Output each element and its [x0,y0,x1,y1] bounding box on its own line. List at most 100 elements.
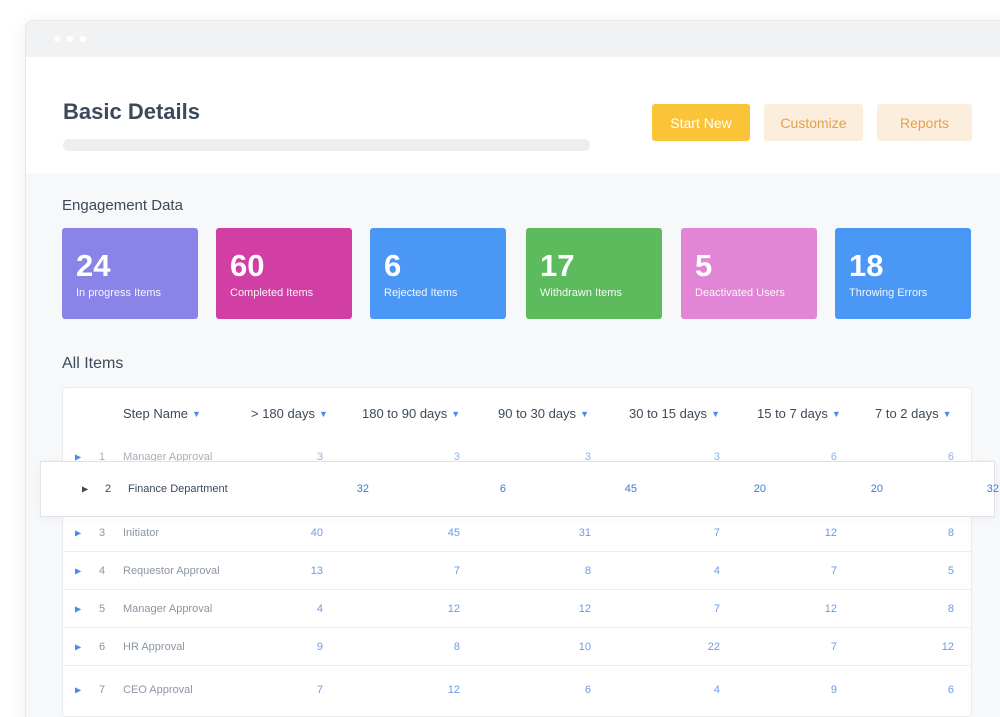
column-header-step-name[interactable]: Step Name ▼ [123,406,201,421]
page-header: Basic Details Start New Customize Report… [26,57,1000,173]
sort-caret-icon: ▼ [942,409,952,419]
cell-value: 20 [753,483,766,495]
cell-value: 8 [947,526,954,539]
cell-value: 7 [713,526,720,539]
sort-caret-icon: ▼ [192,409,201,419]
sort-caret-icon: ▼ [451,409,461,419]
cell-value: 5 [947,564,954,577]
cell-value: 12 [824,526,837,539]
cell-value: 12 [447,602,460,615]
cell-value: 12 [824,602,837,615]
stat-value: 6 [384,248,402,283]
table-row[interactable]: ▶ 3 Initiator 40 45 31 7 12 8 [63,514,971,552]
step-name: Requestor Approval [123,564,220,577]
stat-label: Throwing Errors [849,287,928,299]
stat-card-withdrawn[interactable]: 17 Withdrawn Items [526,228,662,319]
column-header-label: Step Name [123,406,189,421]
cell-value: 4 [316,602,323,615]
sort-caret-icon: ▼ [318,409,328,419]
cell-value: 9 [830,684,837,696]
column-header-30-to-15[interactable]: 30 to 15 days ▼ [629,406,720,421]
window-dot-icon [67,36,73,42]
row-number: 6 [99,640,106,653]
column-header-90-to-30[interactable]: 90 to 30 days ▼ [498,406,589,421]
step-name: Manager Approval [123,602,213,615]
cell-value: 22 [707,640,720,653]
table-row[interactable]: ▶ 7 CEO Approval 7 12 6 4 9 6 [63,666,971,714]
row-number: 4 [99,564,106,577]
row-number: 7 [99,684,106,696]
row-number: 5 [99,602,106,615]
stat-card-errors[interactable]: 18 Throwing Errors [835,228,971,319]
cell-value: 32 [986,483,999,495]
expand-arrow-icon[interactable]: ▶ [75,566,81,575]
column-header-7-to-2[interactable]: 7 to 2 days ▼ [875,406,952,421]
cell-value: 4 [713,684,720,696]
cell-value: 10 [578,640,591,653]
step-name: CEO Approval [123,684,193,696]
column-header-label: 15 to 7 days [757,406,828,421]
sort-caret-icon: ▼ [580,409,589,419]
column-header-over-180[interactable]: > 180 days ▼ [251,406,328,421]
expand-arrow-icon[interactable]: ▶ [75,642,81,651]
cell-value: 7 [830,564,837,577]
cell-value: 7 [830,640,837,653]
cell-value: 8 [947,602,954,615]
stat-card-in-progress[interactable]: 24 In progress Items [62,228,198,319]
table-row[interactable]: ▶ 4 Requestor Approval 13 7 8 4 7 5 [63,552,971,590]
stat-card-completed[interactable]: 60 Completed Items [216,228,352,319]
expand-arrow-icon[interactable]: ▶ [75,528,81,537]
expand-arrow-icon[interactable]: ▶ [82,485,88,494]
cell-value: 40 [310,526,323,539]
stat-value: 60 [230,248,265,283]
reports-button[interactable]: Reports [877,104,972,141]
step-name: Finance Department [128,483,228,495]
column-header-180-to-90[interactable]: 180 to 90 days ▼ [362,406,460,421]
page-title: Basic Details [63,99,200,124]
cell-value: 31 [578,526,591,539]
title-placeholder-bar [63,139,590,151]
cell-value: 7 [453,564,460,577]
customize-button[interactable]: Customize [764,104,863,141]
app-window: Basic Details Start New Customize Report… [25,20,1000,717]
cell-value: 8 [453,640,460,653]
table-row[interactable]: ▶ 6 HR Approval 9 8 10 22 7 12 [63,628,971,666]
cell-value: 9 [316,640,323,653]
table-row-highlighted[interactable]: ▶ 2 Finance Department 32 6 45 20 20 32 [40,461,999,517]
all-items-section-title: All Items [62,355,124,372]
stat-card-deactivated[interactable]: 5 Deactivated Users [681,228,817,319]
expand-arrow-icon[interactable]: ▶ [75,604,81,613]
cell-value: 6 [947,684,954,696]
sort-caret-icon: ▼ [711,409,720,419]
cell-value: 45 [447,526,460,539]
cell-value: 4 [713,564,720,577]
column-header-label: 7 to 2 days [875,406,939,421]
stat-label: Completed Items [230,287,314,299]
cell-value: 6 [499,483,506,495]
column-header-label: 30 to 15 days [629,406,708,421]
stat-card-rejected[interactable]: 6 Rejected Items [370,228,506,319]
cell-value: 32 [356,483,369,495]
expand-arrow-icon[interactable]: ▶ [75,452,81,461]
stat-value: 24 [76,248,111,283]
row-number: 3 [99,526,106,539]
column-header-15-to-7[interactable]: 15 to 7 days ▼ [757,406,841,421]
window-dot-icon [54,36,60,42]
cell-value: 12 [447,684,460,696]
engagement-section-title: Engagement Data [62,197,183,214]
items-table: Step Name ▼ > 180 days ▼ 180 to 90 days ▼ 9… [62,387,972,717]
cell-value: 12 [578,602,591,615]
cell-value: 12 [941,640,954,653]
start-new-button[interactable]: Start New [652,104,750,141]
row-number: 2 [105,483,112,495]
step-name: HR Approval [123,640,185,653]
sort-caret-icon: ▼ [831,409,841,419]
stat-label: Withdrawn Items [540,287,622,299]
column-header-label: 180 to 90 days [362,406,448,421]
expand-arrow-icon[interactable]: ▶ [75,686,81,695]
cell-value: 45 [624,483,637,495]
column-header-label: > 180 days [251,406,315,421]
cell-value: 20 [870,483,883,495]
table-row[interactable]: ▶ 5 Manager Approval 4 12 12 7 12 8 [63,590,971,628]
cell-value: 7 [713,602,720,615]
